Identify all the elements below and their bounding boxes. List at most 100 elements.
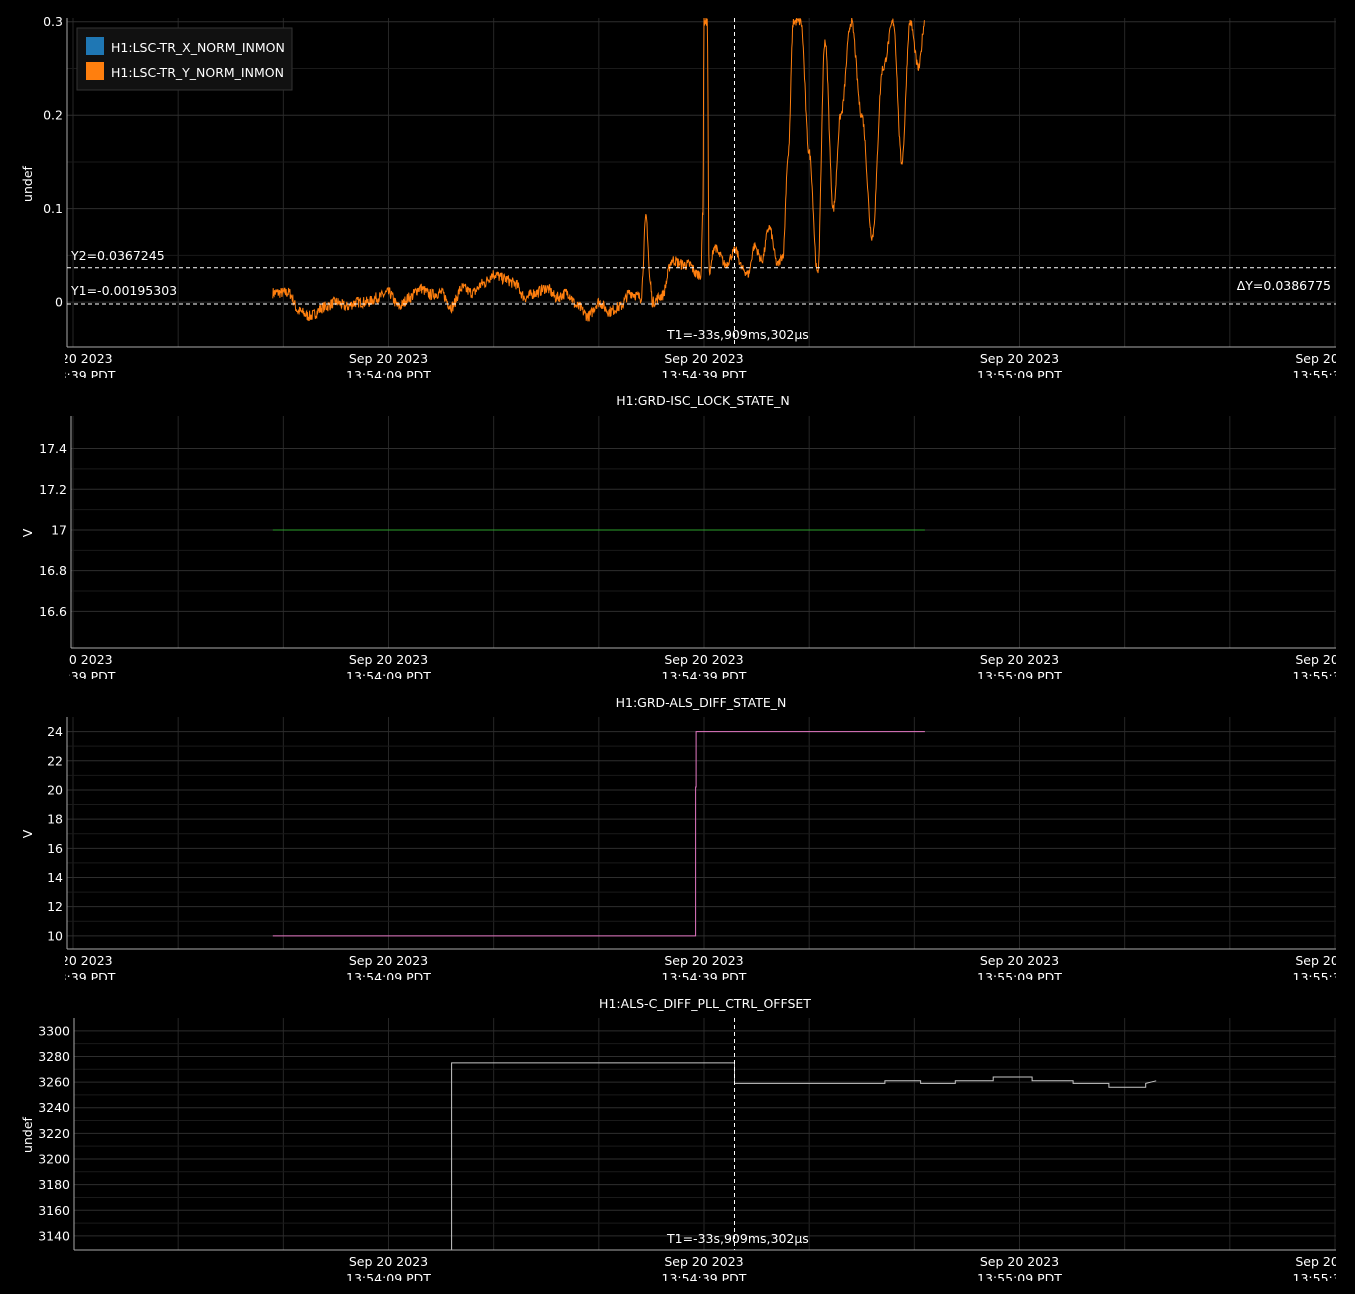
legend-swatch-y [86, 62, 104, 80]
x-tick-time: 13:54:09 PDT [346, 368, 431, 383]
x-tick-time: 13:54:09 PDT [346, 970, 431, 985]
panel-3-grid [67, 717, 1336, 949]
panel-1-y-ticks: 0 0.1 0.2 0.3 [43, 14, 63, 309]
cursor-y1-label: Y1=-0.00195303 [70, 283, 177, 298]
panel-4-x-ticks: Sep 20 2023 13:54:09 PDT Sep 20 2023 13:54:… [346, 1254, 1355, 1286]
x-tick-date: Sep 20 2023 [980, 953, 1059, 968]
panel-4-series [451, 1062, 1157, 1250]
x-tick-time: 13:55:09 PDT [977, 368, 1062, 383]
x-tick-date: Sep 20 2023 [33, 652, 112, 667]
legend-box [76, 27, 293, 91]
x-tick-date: Sep 20 2023 [980, 351, 1059, 366]
y-tick-label: 10 [47, 928, 63, 943]
y-tick-label: 17.2 [39, 482, 67, 497]
y-tick-label: 14 [47, 870, 63, 885]
y-tick-label: 0 [55, 295, 63, 310]
panel-4-axes [73, 1018, 1336, 1251]
panel-3-y-ticks: 10 12 14 16 18 20 22 24 [47, 724, 63, 943]
y-tick-label: 17.4 [39, 441, 67, 456]
x-tick-time: 13:54:09 PDT [346, 1271, 431, 1286]
y-tick-label: 3140 [38, 1228, 70, 1243]
x-tick-time: 13:55:09 PDT [977, 1271, 1062, 1286]
y-tick-label: 3260 [38, 1075, 70, 1090]
panel-4-y-ticks: 3140 3160 3180 3200 3220 3240 3260 3280 3300 [38, 1023, 70, 1243]
y-tick-label: 12 [47, 899, 63, 914]
panel-pll-ctrl-offset: H1:ALS-C_DIFF_PLL_CTRL_OFFSET 3140316031… [20, 996, 1355, 1286]
x-tick-time: 13:55:39 PDT [1293, 970, 1355, 985]
x-tick-date: Sep 20 2023 [1295, 351, 1355, 366]
y-tick-label: 16.8 [39, 563, 67, 578]
y-tick-label: 22 [47, 753, 63, 768]
x-tick-date: Sep 20 2023 [349, 953, 428, 968]
x-tick-time: 13:53:39 PDT [31, 970, 116, 985]
x-tick-date: Sep 20 2023 [1295, 652, 1355, 667]
y-tick-label: 24 [47, 724, 63, 739]
x-tick-date: Sep 20 2023 [349, 351, 428, 366]
y-tick-label: 3240 [38, 1100, 70, 1115]
panel-1-x-ticks: Sep 20 2023 13:53:39 PDT Sep 20 2023 13:54:… [31, 351, 1355, 383]
y-tick-label: 17 [51, 522, 67, 537]
panel-1-y-label: undef [20, 165, 35, 201]
x-tick-date: Sep 20 2023 [664, 953, 743, 968]
panel-2-grid [71, 416, 1336, 648]
legend-entry-y: H1:LSC-TR_Y_NORM_INMON [111, 65, 284, 80]
y-tick-label: 16.6 [39, 604, 67, 619]
x-tick-date: Sep 20 2023 [349, 1254, 428, 1269]
panel-2-title: H1:GRD-ISC_LOCK_STATE_N [616, 393, 790, 408]
cursor-t1-label: T1=-33s,909ms,302µs [666, 327, 809, 342]
panel-4-y-label: undef [20, 1116, 35, 1152]
x-tick-time: 13:54:39 PDT [662, 1271, 747, 1286]
panel-lsc-tr-norm: 00.10.20.3 Sep 20 202313:53:39 PDTSep 20… [20, 14, 1355, 383]
panel-3-x-ticks: Sep 20 2023 13:53:39 PDT Sep 20 2023 13:54:… [31, 953, 1355, 985]
legend-entry-x: H1:LSC-TR_X_NORM_INMON [111, 40, 285, 55]
cursor-y2-label: Y2=0.0367245 [70, 248, 165, 263]
y-tick-label: 16 [47, 841, 63, 856]
x-tick-date: Sep 20 2023 [664, 1254, 743, 1269]
x-tick-time: 13:54:39 PDT [662, 368, 747, 383]
x-tick-date: Sep 20 2023 [33, 953, 112, 968]
panel-als-diff-state: H1:GRD-ALS_DIFF_STATE_N 10 12 14 16 18 20 22 24… [20, 695, 1355, 985]
x-tick-time: 13:55:39 PDT [1293, 669, 1355, 684]
x-tick-time: 13:55:09 PDT [977, 970, 1062, 985]
x-tick-time: 13:55:39 PDT [1293, 1271, 1355, 1286]
panel-isc-lock-state: H1:GRD-ISC_LOCK_STATE_N 16.6 16.8 17 17.2 17… [20, 393, 1355, 684]
panel-4-title: H1:ALS-C_DIFF_PLL_CTRL_OFFSET [599, 996, 811, 1011]
x-tick-date: Sep 20 2023 [1295, 953, 1355, 968]
x-tick-date: Sep 20 2023 [664, 652, 743, 667]
legend: H1:LSC-TR_X_NORM_INMON H1:LSC-TR_Y_NORM_… [76, 27, 293, 91]
x-tick-date: Sep 20 2023 [980, 1254, 1059, 1269]
x-tick-date: Sep 20 2023 [349, 652, 428, 667]
panel-2-y-ticks: 16.6 16.8 17 17.2 17.4 [39, 441, 67, 619]
y-tick-label: 0.1 [43, 201, 63, 216]
x-tick-time: 13:55:09 PDT [977, 669, 1062, 684]
series-line [451, 1062, 1157, 1250]
panel-4-cursor-t1-label: T1=-33s,909ms,302µs [666, 1231, 809, 1246]
chart-canvas: 00.10.20.3 Sep 20 202313:53:39 PDTSep 20… [20, 14, 1355, 1286]
x-tick-date: Sep 20 2023 [980, 652, 1059, 667]
y-tick-label: 3300 [38, 1023, 70, 1038]
x-tick-date: Sep 20 2023 [1295, 1254, 1355, 1269]
x-tick-time: 13:53:39 PDT [31, 368, 116, 383]
y-tick-label: 20 [47, 782, 63, 797]
x-tick-time: 13:55:39 PDT [1293, 368, 1355, 383]
panel-2-x-ticks: Sep 20 2023 13:53:39 PDT Sep 20 2023 13:54:… [31, 652, 1355, 684]
y-tick-label: 0.2 [43, 108, 63, 123]
panel-2-y-label: V [20, 528, 35, 537]
panel-4-grid [74, 1018, 1336, 1250]
panel-3-title: H1:GRD-ALS_DIFF_STATE_N [616, 695, 787, 710]
x-tick-time: 13:54:39 PDT [662, 669, 747, 684]
y-tick-label: 3280 [38, 1049, 70, 1064]
cursor-dy-label: ΔY=0.0386775 [1237, 278, 1331, 293]
x-tick-date: Sep 20 2023 [664, 351, 743, 366]
x-tick-time: 13:54:39 PDT [662, 970, 747, 985]
y-tick-label: 3200 [38, 1151, 70, 1166]
x-tick-date: Sep 20 2023 [33, 351, 112, 366]
panel-3-y-label: V [20, 829, 35, 838]
y-tick-label: 3220 [38, 1126, 70, 1141]
y-tick-label: 18 [47, 812, 63, 827]
panel-3-axes [66, 717, 1336, 950]
legend-swatch-x [86, 37, 104, 55]
y-tick-label: 3180 [38, 1177, 70, 1192]
x-tick-time: 13:54:09 PDT [346, 669, 431, 684]
x-tick-time: 13:53:39 PDT [31, 669, 116, 684]
